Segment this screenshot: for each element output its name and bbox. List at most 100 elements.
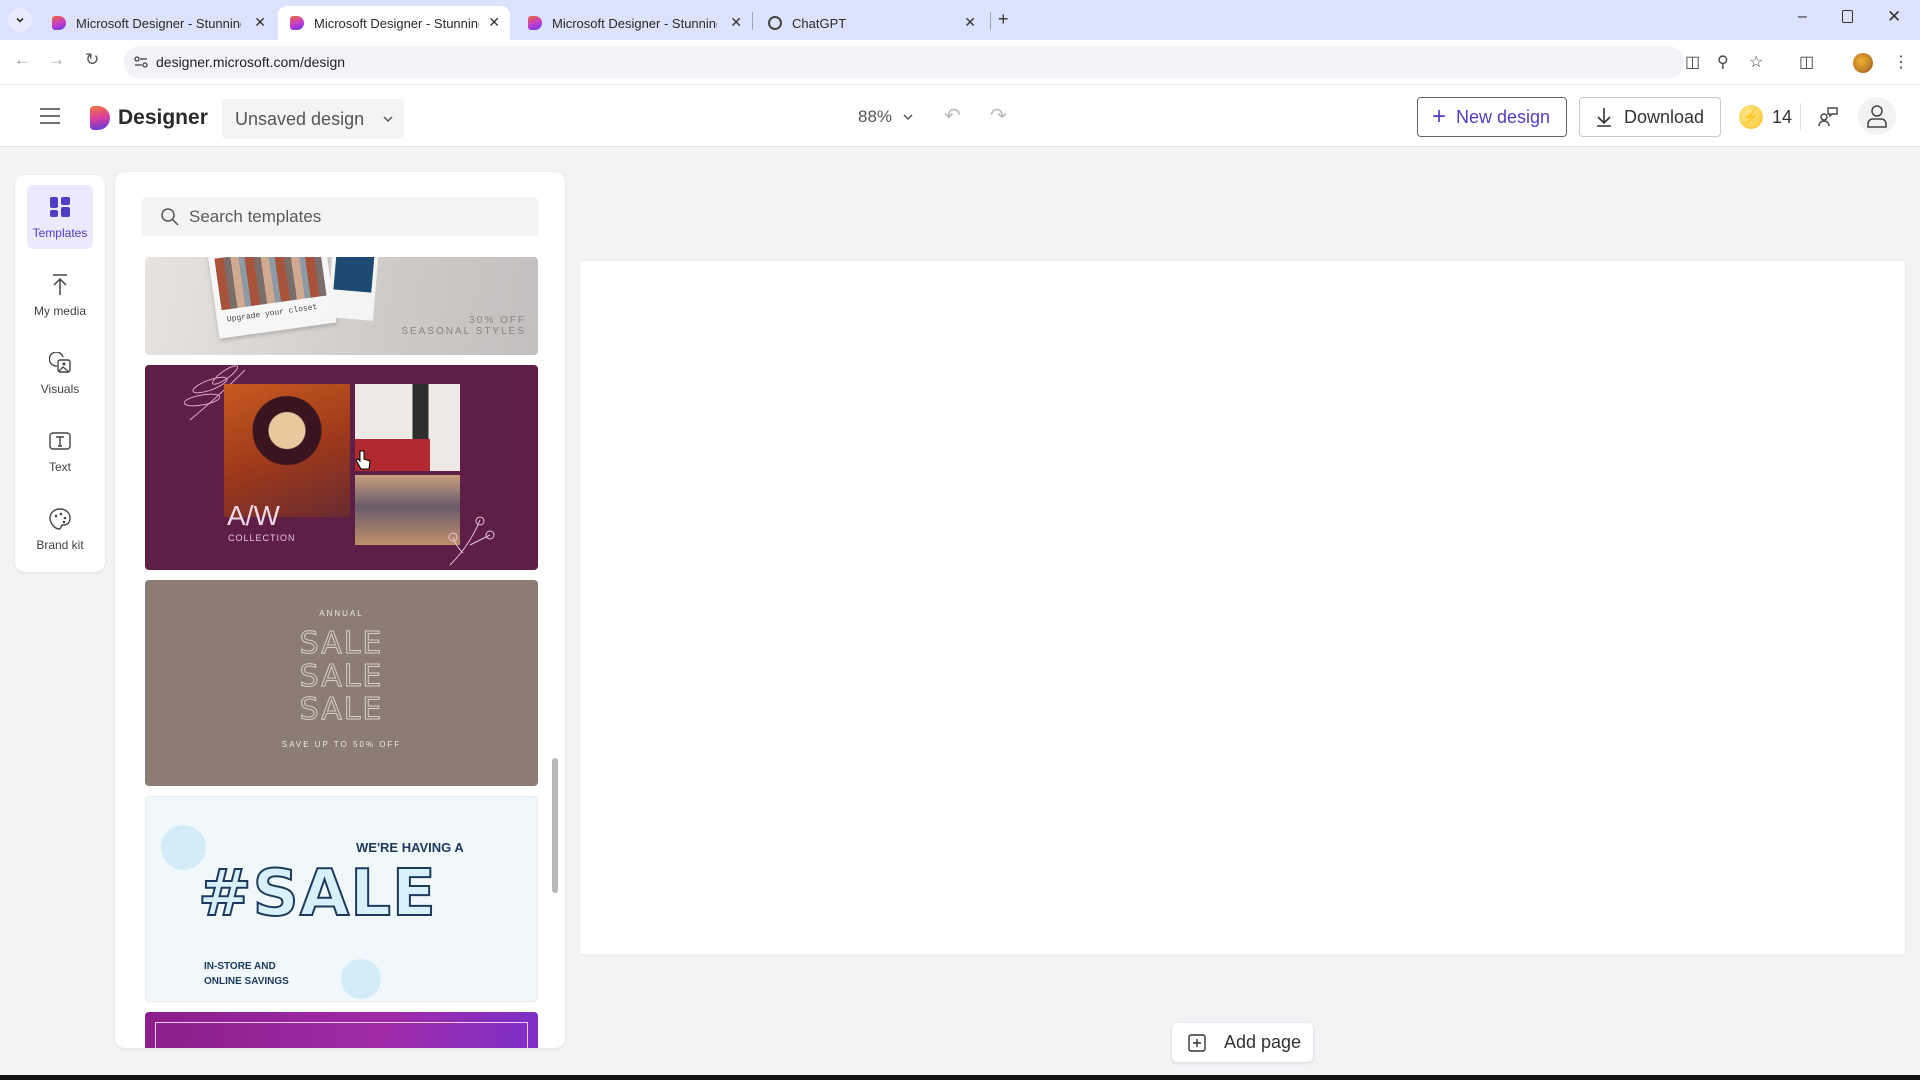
thumb-sale-word: SALE bbox=[299, 626, 384, 661]
rail-item-text[interactable]: Text bbox=[27, 419, 93, 483]
text-icon bbox=[49, 428, 71, 454]
new-tab-button[interactable]: + bbox=[998, 9, 1009, 30]
palette-icon bbox=[49, 506, 71, 532]
minimize-button[interactable]: – bbox=[1798, 8, 1807, 26]
tab-search-button[interactable] bbox=[8, 8, 32, 32]
thumb-title: A/W bbox=[227, 500, 280, 531]
design-name-dropdown[interactable]: Unsaved design bbox=[222, 99, 404, 139]
forward-button[interactable]: → bbox=[48, 50, 65, 70]
rail-label: Text bbox=[48, 460, 71, 474]
back-button[interactable]: ← bbox=[14, 50, 31, 70]
restore-button[interactable] bbox=[1842, 10, 1853, 23]
tab-divider bbox=[752, 12, 753, 30]
panel-scrollbar[interactable] bbox=[552, 758, 558, 893]
paw-decoration bbox=[341, 959, 381, 999]
feedback-icon[interactable] bbox=[1816, 105, 1840, 129]
close-tab-icon[interactable]: ✕ bbox=[964, 14, 976, 31]
thumb-text-bottom: IN-STORE AND ONLINE SAVINGS bbox=[204, 961, 289, 987]
thumb-frame bbox=[155, 1022, 528, 1048]
designer-favicon bbox=[52, 16, 66, 30]
thumb-text-bottom: SAVE UP TO 50% OFF bbox=[281, 740, 402, 749]
new-design-label: New design bbox=[1456, 106, 1551, 127]
thumb-text: 30% OFF SEASONAL STYLES bbox=[401, 315, 526, 337]
polaroid-photo: Upgrade your closet bbox=[207, 257, 337, 339]
plus-icon: + bbox=[1432, 103, 1447, 130]
polaroid-photo bbox=[326, 257, 380, 321]
template-aw-collection[interactable]: A/W COLLECTION bbox=[145, 365, 538, 570]
tab-title: Microsoft Designer - Stunning designs in… bbox=[314, 15, 479, 31]
add-page-button[interactable]: Add page bbox=[1172, 1023, 1313, 1062]
template-annual-sale[interactable]: ANNUAL SALE SALE SALE SAVE UP TO 50% OFF bbox=[145, 580, 538, 786]
rail-item-templates[interactable]: Templates bbox=[27, 185, 93, 249]
boosts-counter[interactable]: ⚡ 14 bbox=[1739, 105, 1792, 129]
tab-title: ChatGPT bbox=[792, 15, 847, 31]
download-button[interactable]: Download bbox=[1579, 97, 1721, 137]
browser-tab-bar: Microsoft Designer - Stunning designs in… bbox=[0, 0, 1920, 40]
template-seasonal-styles[interactable]: Upgrade your closet 30% OFF SEASONAL STY… bbox=[145, 257, 538, 355]
designer-favicon bbox=[290, 16, 304, 30]
thumb-text-top: WE'RE HAVING A bbox=[356, 840, 464, 855]
person-icon bbox=[1867, 105, 1887, 128]
taskbar-edge bbox=[0, 1075, 1920, 1080]
undo-button[interactable]: ↶ bbox=[944, 103, 961, 128]
install-app-icon[interactable]: ◫ bbox=[1685, 52, 1700, 72]
upload-icon bbox=[51, 272, 69, 298]
url-text: designer.microsoft.com/design bbox=[156, 54, 346, 70]
app-name: Designer bbox=[118, 106, 208, 129]
browser-tab[interactable]: ChatGPT ✕ bbox=[756, 6, 986, 40]
chevron-down-icon bbox=[16, 17, 24, 23]
close-window-button[interactable]: ✕ bbox=[1887, 7, 1901, 27]
browser-menu-icon[interactable]: ⋮ bbox=[1893, 52, 1909, 72]
header-divider bbox=[1800, 103, 1801, 131]
rail-item-brand-kit[interactable]: Brand kit bbox=[27, 497, 93, 561]
design-canvas[interactable] bbox=[580, 261, 1905, 954]
tab-title: Microsoft Designer - Stunning designs in… bbox=[76, 15, 241, 31]
templates-icon bbox=[50, 194, 70, 220]
visuals-icon bbox=[49, 350, 71, 376]
hand-cursor-icon bbox=[355, 450, 371, 470]
new-design-button[interactable]: + New design bbox=[1417, 97, 1567, 137]
rail-label: Templates bbox=[32, 226, 88, 240]
chevron-down-icon bbox=[903, 114, 913, 121]
close-tab-icon[interactable]: ✕ bbox=[488, 14, 500, 31]
rail-item-visuals[interactable]: Visuals bbox=[27, 341, 93, 405]
thumb-sale-word: SALE bbox=[299, 659, 384, 694]
zoom-icon[interactable]: ⚲ bbox=[1717, 52, 1729, 72]
hamburger-menu-icon[interactable] bbox=[39, 107, 61, 125]
tab-divider bbox=[990, 12, 991, 30]
browser-tab[interactable]: Microsoft Designer - Stunning designs in… bbox=[40, 6, 276, 40]
redo-button[interactable]: ↷ bbox=[990, 103, 1007, 128]
profile-avatar[interactable] bbox=[1853, 53, 1873, 73]
design-name: Unsaved design bbox=[235, 108, 365, 129]
url-bar[interactable]: designer.microsoft.com/design bbox=[124, 46, 1684, 78]
extensions-icon[interactable]: ◫ bbox=[1799, 52, 1814, 72]
designer-favicon bbox=[528, 16, 542, 30]
download-icon bbox=[1597, 108, 1611, 127]
address-bar: ← → ↻ designer.microsoft.com/design ◫ ⚲ … bbox=[0, 40, 1920, 85]
bookmark-star-icon[interactable]: ☆ bbox=[1749, 52, 1763, 72]
chatgpt-favicon bbox=[768, 16, 782, 30]
close-tab-icon[interactable]: ✕ bbox=[254, 14, 266, 31]
template-pet-sale[interactable]: WE'RE HAVING A #SALE IN-STORE AND ONLINE… bbox=[145, 796, 538, 1002]
template-purple[interactable] bbox=[145, 1012, 538, 1048]
tab-title: Microsoft Designer - Stunning designs in… bbox=[552, 15, 717, 31]
lightning-icon: ⚡ bbox=[1739, 105, 1763, 129]
browser-tab[interactable]: Microsoft Designer - Stunning designs in… bbox=[516, 6, 752, 40]
close-tab-icon[interactable]: ✕ bbox=[730, 14, 742, 31]
download-label: Download bbox=[1624, 106, 1705, 127]
browser-tab-active[interactable]: Microsoft Designer - Stunning designs in… bbox=[278, 6, 510, 40]
thumb-text-top: ANNUAL bbox=[319, 609, 364, 618]
account-button[interactable] bbox=[1858, 97, 1896, 135]
search-input[interactable] bbox=[189, 206, 519, 227]
reload-button[interactable]: ↻ bbox=[85, 50, 99, 70]
thumb-sale-word: #SALE bbox=[197, 856, 437, 932]
credits-count: 14 bbox=[1772, 106, 1793, 127]
search-templates-field[interactable] bbox=[141, 197, 539, 236]
rail-label: Brand kit bbox=[36, 538, 84, 552]
thumb-subtitle: COLLECTION bbox=[228, 533, 296, 543]
site-info-icon[interactable] bbox=[134, 55, 148, 69]
templates-panel: Upgrade your closet 30% OFF SEASONAL STY… bbox=[115, 172, 565, 1048]
zoom-dropdown[interactable]: 88% bbox=[858, 107, 914, 127]
flower-decoration bbox=[448, 516, 495, 566]
rail-item-my-media[interactable]: My media bbox=[27, 263, 93, 327]
